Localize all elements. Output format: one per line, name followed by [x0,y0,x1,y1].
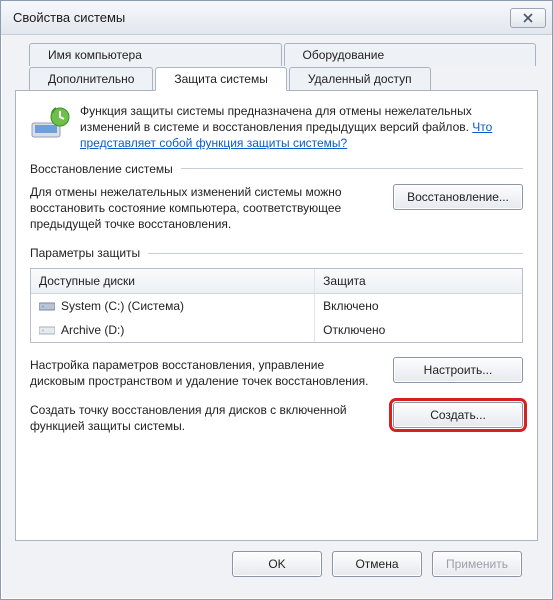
dialog-footer: OK Отмена Применить [15,541,538,589]
configure-row: Настройка параметров восстановления, упр… [30,357,523,389]
ok-button[interactable]: OK [232,551,322,577]
window-title: Свойства системы [13,10,510,25]
close-icon [523,13,533,23]
divider [148,253,523,254]
restore-row: Для отмены нежелательных изменений систе… [30,184,523,233]
protection-table: Доступные диски Защита System (C:) (Сист… [30,268,523,343]
disk-status: Включено [315,294,522,318]
tab-hardware[interactable]: Оборудование [284,43,537,66]
tab-remote[interactable]: Удаленный доступ [289,67,431,91]
tab-computer-name[interactable]: Имя компьютера [29,43,282,66]
col-header-protection[interactable]: Защита [315,269,522,293]
close-button[interactable] [510,8,546,28]
section-protection-title: Параметры защиты [30,246,140,260]
create-button[interactable]: Создать... [393,402,523,428]
dialog-body: Имя компьютера Оборудование Дополнительн… [1,35,552,599]
configure-description: Настройка параметров восстановления, упр… [30,357,377,389]
tab-advanced[interactable]: Дополнительно [29,67,153,91]
section-restore: Восстановление системы [30,162,523,176]
section-protection: Параметры защиты [30,246,523,260]
create-description: Создать точку восстановления для дисков … [30,402,377,434]
table-row[interactable]: System (C:) (Система) Включено [31,294,522,318]
tab-system-protection[interactable]: Защита системы [155,67,286,91]
table-row[interactable]: Archive (D:) Отключено [31,318,522,342]
configure-button[interactable]: Настроить... [393,357,523,383]
apply-button[interactable]: Применить [432,551,522,577]
cancel-button[interactable]: Отмена [332,551,422,577]
restore-description: Для отмены нежелательных изменений систе… [30,184,377,233]
titlebar: Свойства системы [1,1,552,35]
restore-button[interactable]: Восстановление... [393,184,523,210]
tab-panel-protection: Функция защиты системы предназначена для… [15,90,538,541]
disk-name: Archive (D:) [61,323,124,337]
disk-status: Отключено [315,318,522,342]
tab-row-1: Имя компьютера Оборудование [15,43,538,65]
tab-row-2: Дополнительно Защита системы Удаленный д… [15,67,538,90]
disk-icon [39,324,55,336]
col-header-disks[interactable]: Доступные диски [31,269,315,293]
section-restore-title: Восстановление системы [30,162,173,176]
disk-name: System (C:) (Система) [61,299,184,313]
table-header: Доступные диски Защита [31,269,522,294]
shield-restore-icon [30,103,70,143]
system-properties-window: Свойства системы Имя компьютера Оборудов… [0,0,553,600]
create-row: Создать точку восстановления для дисков … [30,402,523,434]
disk-icon [39,300,55,312]
intro-text: Функция защиты системы предназначена для… [80,103,523,152]
intro-description: Функция защиты системы предназначена для… [80,104,472,134]
intro-block: Функция защиты системы предназначена для… [30,103,523,152]
divider [181,168,523,169]
